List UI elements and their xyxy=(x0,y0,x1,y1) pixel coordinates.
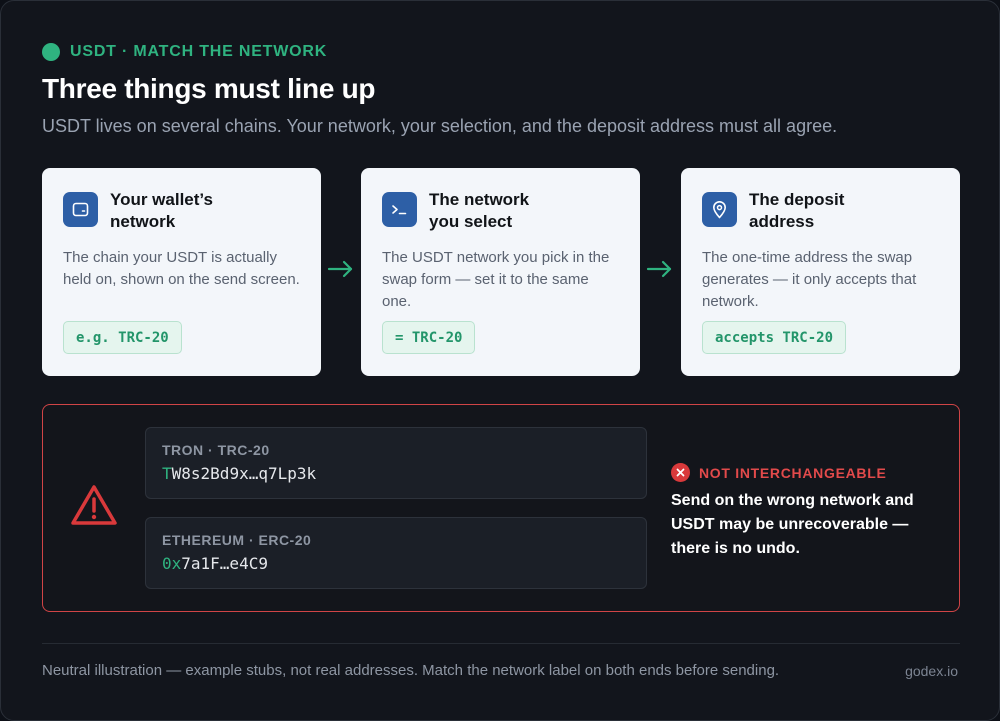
network-tag: = TRC-20 xyxy=(382,321,476,354)
footer-note: Neutral illustration — example stubs, no… xyxy=(42,662,780,679)
terminal-icon xyxy=(382,192,417,227)
address-value: TW8s2Bd9x…q7Lp3k xyxy=(162,464,317,483)
card-title: The network you select xyxy=(429,190,530,231)
card-description: The USDT network you pick in the swap fo… xyxy=(382,249,610,310)
card-description: The chain your USDT is actually held on,… xyxy=(63,249,300,288)
warning-text: Send on the wrong network and USDT may b… xyxy=(671,492,914,557)
address-box-ethereum: ETHEREUM · ERC-20 0x7a1F…e4C9 xyxy=(145,517,647,589)
page-title: Three things must line up xyxy=(42,73,376,104)
network-label: TRON · TRC-20 xyxy=(162,442,270,458)
arrow-right-icon xyxy=(646,260,672,278)
card-title: The deposit address xyxy=(749,190,845,231)
eyebrow-label: USDT · MATCH THE NETWORK xyxy=(70,43,328,60)
card-wallet-network: Your wallet’s network The chain your USD… xyxy=(42,168,321,376)
arrow-right-icon xyxy=(327,260,353,278)
close-circle-icon xyxy=(671,463,690,482)
location-pin-icon xyxy=(702,192,737,227)
card-title: Your wallet’s network xyxy=(110,190,213,231)
network-tag: e.g. TRC-20 xyxy=(63,321,182,354)
address-box-tron: TRON · TRC-20 TW8s2Bd9x…q7Lp3k xyxy=(145,427,647,499)
eyebrow: USDT · MATCH THE NETWORK xyxy=(42,43,327,61)
network-tag: accepts TRC-20 xyxy=(702,321,847,354)
network-label: ETHEREUM · ERC-20 xyxy=(162,532,312,548)
wallet-icon xyxy=(63,192,98,227)
page-subtitle: USDT lives on several chains. Your netwo… xyxy=(42,116,838,136)
card-selected-network: The network you select The USDT network … xyxy=(361,168,640,376)
infographic-panel: USDT · MATCH THE NETWORK Three things mu… xyxy=(0,0,1000,721)
brand-link[interactable]: godex.io xyxy=(905,663,958,679)
card-description: The one-time address the swap generates … xyxy=(702,249,917,310)
card-deposit-address: The deposit address The one-time address… xyxy=(681,168,960,376)
warning-heading: NOT INTERCHANGEABLE xyxy=(671,463,887,482)
warning-panel: TRON · TRC-20 TW8s2Bd9x…q7Lp3k ETHEREUM … xyxy=(42,404,960,612)
status-dot-icon xyxy=(42,43,60,61)
divider xyxy=(42,643,960,644)
warning-label: NOT INTERCHANGEABLE xyxy=(699,464,887,481)
warning-triangle-icon xyxy=(71,485,117,525)
address-value: 0x7a1F…e4C9 xyxy=(162,554,268,573)
